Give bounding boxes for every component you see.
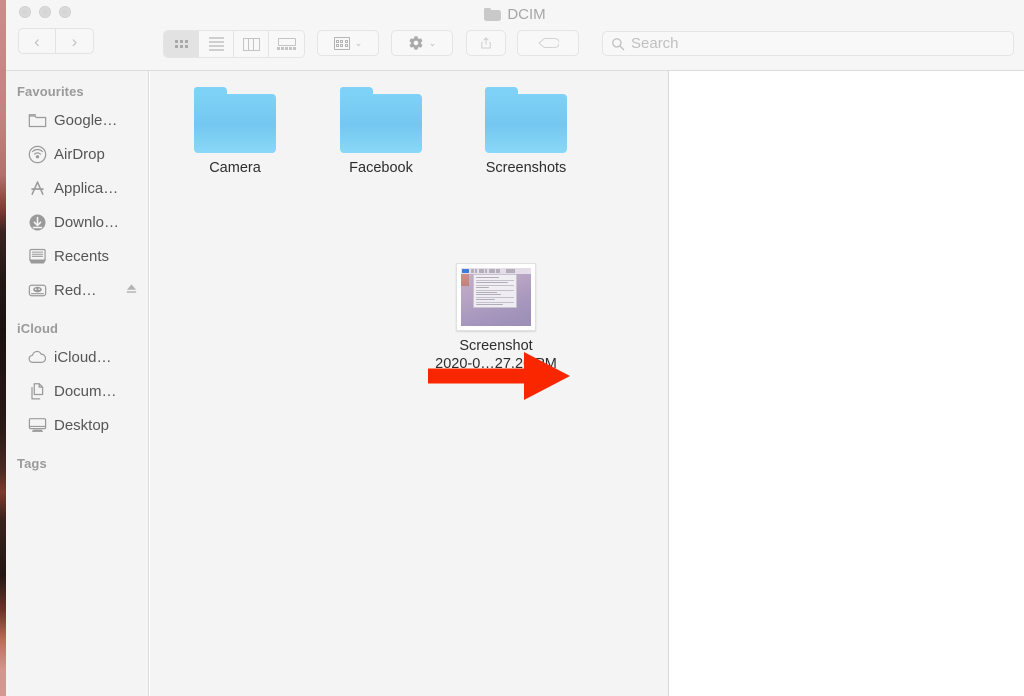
sidebar-item-label: Applica… [54,179,119,197]
thumbnail-dropdown-menu [473,274,517,308]
sidebar-item-label: Desktop [54,416,110,434]
chevron-down-icon: ⌄ [354,37,363,48]
blue-folder-icon [485,87,567,153]
file-item-facebook[interactable]: Facebook [318,87,444,177]
share-icon [481,37,491,49]
folder-icon [484,7,502,21]
airdrop-icon [28,145,47,164]
tags-button[interactable] [517,30,579,56]
page-title: DCIM [507,5,546,23]
sidebar-item-label: AirDrop [54,145,105,163]
window-title-bar: DCIM [6,4,1024,24]
file-item-screenshots[interactable]: Screenshots [463,87,589,177]
sidebar-item-documents[interactable]: Docum… [6,374,148,408]
gallery-icon [277,37,296,51]
sidebar-item-downloads[interactable]: Downlo… [6,205,148,239]
view-mode-segmented-control [163,30,305,58]
share-button[interactable] [466,30,506,56]
sidebar-section-favourites: Favourites Google… AirDrop Applica… Down… [6,84,148,307]
sidebar-item-label: Google… [54,111,118,129]
blue-folder-icon [340,87,422,153]
grid-icon [174,40,188,48]
sidebar-item-desktop[interactable]: Desktop [6,408,148,442]
sidebar-section-icloud: iCloud iCloud… Docum… Desktop [6,321,148,442]
downloads-icon [28,213,47,232]
window-toolbar: ‹ › DCIM ⌄ ⌄ Search [6,0,1024,71]
search-field[interactable]: Search [602,31,1014,56]
group-icon [333,36,350,50]
group-by-button[interactable]: ⌄ [317,30,379,56]
icon-view-button[interactable] [164,31,199,57]
list-view-button[interactable] [199,31,234,57]
empty-right-area [670,71,1024,696]
sidebar-item-red-drive[interactable]: Red… [6,273,148,307]
screenshot-thumbnail [455,258,537,331]
columns-icon [242,37,260,51]
file-label: Camera [209,160,261,176]
sidebar-item-label: Recents [54,247,110,265]
gear-icon [409,36,423,50]
sidebar-item-label: iCloud… [54,348,112,366]
sidebar-header-favourites: Favourites [17,84,84,99]
sidebar-item-recents[interactable]: Recents [6,239,148,273]
file-item-camera[interactable]: Camera [172,87,298,177]
folder-icon [28,111,47,130]
sidebar-section-tags: Tags [6,456,148,475]
sidebar-item-icloud-drive[interactable]: iCloud… [6,340,148,374]
desktop-icon [28,416,47,435]
action-menu-button[interactable]: ⌄ [391,30,453,56]
gallery-view-button[interactable] [269,31,304,57]
documents-icon [28,382,47,401]
finder-window: ‹ › DCIM ⌄ ⌄ Search Favourites Google… A… [6,0,1024,696]
sidebar-header-tags: Tags [17,456,47,471]
applications-icon [28,179,47,198]
sidebar-item-label: Downlo… [54,213,120,231]
search-placeholder: Search [631,35,679,52]
file-label: Screenshots [485,160,567,176]
external-drive-icon [28,281,47,300]
column-view-button[interactable] [234,31,269,57]
sidebar-item-label: Red… [54,281,97,299]
forward-button[interactable]: › [56,28,94,54]
list-icon [208,37,224,51]
sidebar-item-airdrop[interactable]: AirDrop [6,137,148,171]
blue-folder-icon [194,87,276,153]
chevron-left-icon: ‹ [34,31,40,51]
chevron-right-icon: › [71,31,78,51]
file-label: Facebook [349,160,413,176]
navigation-buttons: ‹ › [18,28,94,54]
sidebar-item-applications[interactable]: Applica… [6,171,148,205]
eject-icon[interactable] [125,282,138,299]
sidebar-item-label: Docum… [54,382,117,400]
search-icon [612,37,625,50]
file-grid-content: Camera Facebook Screenshots Screenshot 2… [150,71,669,696]
recents-icon [28,247,47,266]
tag-icon [538,37,559,49]
back-button[interactable]: ‹ [18,28,56,54]
sidebar-header-icloud: iCloud [17,321,59,336]
cloud-icon [28,348,47,367]
chevron-down-icon: ⌄ [428,37,437,48]
sidebar: Favourites Google… AirDrop Applica… Down… [6,71,149,696]
sidebar-item-google[interactable]: Google… [6,103,148,137]
red-arrow-annotation [428,352,570,400]
